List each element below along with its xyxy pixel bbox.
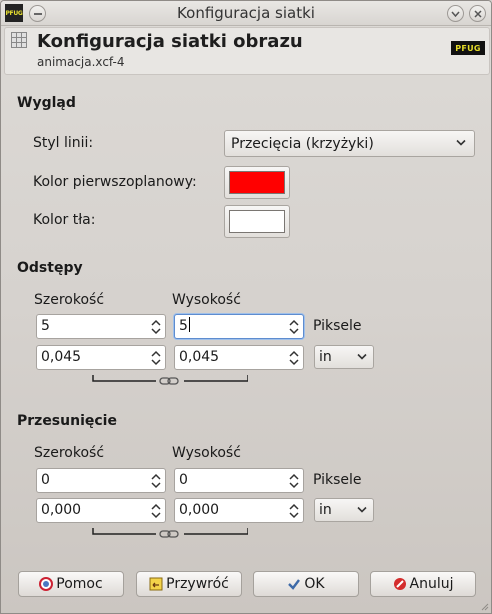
spacing-section-title: Odstępy	[17, 260, 83, 276]
title-bar[interactable]: PFUG Konfiguracja siatki	[1, 1, 491, 26]
spacing-height-px-value: 5	[179, 318, 188, 334]
spinner-arrows-icon[interactable]	[151, 350, 161, 366]
window-title: Konfiguracja siatki	[177, 4, 315, 22]
offset-height-px-input[interactable]: 0	[174, 468, 304, 493]
spinner-arrows-icon[interactable]	[151, 473, 161, 489]
image-name: animacja.xcf-4	[37, 55, 125, 69]
offset-width-px-input[interactable]: 0	[36, 468, 166, 493]
offset-pixel-unit-label: Piksele	[313, 472, 362, 488]
resize-grip-icon[interactable]	[479, 601, 489, 611]
chevron-down-icon	[357, 353, 367, 360]
cancel-button-label: Anuluj	[409, 576, 454, 592]
spacing-unit-select[interactable]: in	[314, 345, 374, 369]
line-style-select[interactable]: Przecięcia (krzyżyki)	[224, 130, 475, 157]
spacing-width-px-input[interactable]: 5	[36, 314, 166, 339]
cancel-button[interactable]: Anuluj	[370, 571, 476, 597]
line-style-label: Styl linii:	[33, 135, 94, 151]
spinner-arrows-icon[interactable]	[151, 319, 161, 335]
offset-width-px-value: 0	[41, 472, 50, 488]
spacing-width-unit-value: 0,045	[41, 349, 82, 365]
fg-color-button[interactable]	[224, 166, 290, 199]
checkmark-icon	[288, 579, 301, 590]
spacing-height-unit-input[interactable]: 0,045	[174, 345, 304, 370]
spacing-unit-value: in	[319, 349, 332, 365]
offset-height-unit-value: 0,000	[179, 502, 220, 518]
spacing-width-label: Szerokość	[34, 292, 105, 308]
dialog-heading: Konfiguracja siatki obrazu	[37, 31, 303, 52]
help-button-label: Pomoc	[56, 576, 103, 592]
chevron-down-icon	[456, 139, 466, 146]
help-icon	[39, 577, 54, 591]
chain-icon	[159, 530, 179, 538]
offset-unit-select[interactable]: in	[314, 498, 374, 522]
reset-icon	[149, 577, 163, 591]
grid-config-dialog: PFUG Konfiguracja siatki Konfiguracja si…	[0, 0, 492, 614]
dialog-header: Konfiguracja siatki obrazu animacja.xcf-…	[4, 27, 490, 75]
spacing-height-unit-value: 0,045	[179, 349, 220, 365]
spacing-chain-link-button[interactable]	[92, 375, 248, 389]
fg-color-swatch	[229, 171, 285, 194]
offset-height-label: Wysokość	[172, 445, 241, 461]
bg-color-button[interactable]	[224, 205, 290, 238]
offset-unit-value: in	[319, 502, 332, 518]
ok-button-label: OK	[304, 576, 325, 592]
spinner-arrows-icon[interactable]	[151, 503, 161, 519]
text-caret	[188, 317, 190, 332]
spinner-arrows-icon[interactable]	[289, 503, 299, 519]
appearance-section-title: Wygląd	[17, 95, 76, 111]
close-button[interactable]	[469, 5, 486, 22]
spacing-height-label: Wysokość	[172, 292, 241, 308]
reset-button[interactable]: Przywróć	[136, 571, 242, 597]
spacing-width-unit-input[interactable]: 0,045	[36, 345, 166, 370]
close-icon	[473, 9, 482, 18]
logo-badge: PFUG	[451, 41, 485, 55]
chevron-down-icon	[357, 506, 367, 513]
spinner-arrows-icon[interactable]	[289, 473, 299, 489]
spacing-height-px-input[interactable]: 5	[174, 314, 304, 339]
spacing-width-px-value: 5	[41, 318, 50, 334]
ok-button[interactable]: OK	[253, 571, 359, 597]
minimize-button[interactable]	[447, 5, 464, 22]
offset-width-unit-input[interactable]: 0,000	[36, 498, 166, 523]
help-button[interactable]: Pomoc	[18, 571, 124, 597]
cancel-icon	[393, 578, 406, 590]
offset-chain-link-button[interactable]	[92, 528, 248, 542]
chain-icon	[159, 377, 179, 385]
offset-height-unit-input[interactable]: 0,000	[174, 498, 304, 523]
bg-color-label: Kolor tła:	[33, 212, 96, 228]
offset-width-unit-value: 0,000	[41, 502, 82, 518]
fg-color-label: Kolor pierwszoplanowy:	[33, 174, 197, 190]
offset-section-title: Przesunięcie	[17, 413, 117, 429]
bg-color-swatch	[229, 210, 285, 233]
offset-height-px-value: 0	[179, 472, 188, 488]
spinner-arrows-icon[interactable]	[289, 350, 299, 366]
spacing-pixel-unit-label: Piksele	[313, 318, 362, 334]
spinner-arrows-icon[interactable]	[289, 319, 299, 335]
reset-button-label: Przywróć	[166, 576, 229, 592]
line-style-value: Przecięcia (krzyżyki)	[231, 135, 374, 152]
grid-icon	[11, 32, 27, 48]
chevron-down-icon	[451, 11, 460, 17]
offset-width-label: Szerokość	[34, 445, 105, 461]
